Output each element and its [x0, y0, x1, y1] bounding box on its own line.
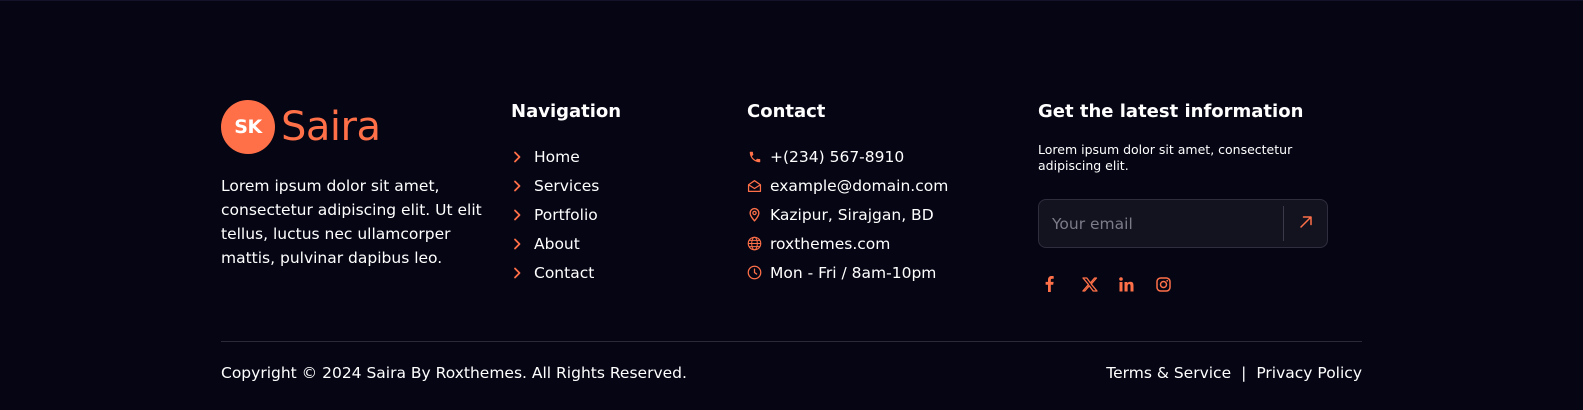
contact-item-phone[interactable]: +(234) 567-8910	[747, 142, 1017, 171]
brand-description: Lorem ipsum dolor sit amet, consectetur …	[221, 177, 482, 267]
navigation-title: Navigation	[511, 101, 622, 122]
phone-icon	[747, 149, 762, 164]
contact-title: Contact	[747, 101, 826, 122]
legal-separator: |	[1241, 364, 1247, 382]
footer-navigation: Navigation Home Services Portfolio About…	[511, 100, 711, 287]
nav-item-about[interactable]: About	[511, 229, 711, 258]
linkedin-link[interactable]	[1119, 273, 1156, 295]
mail-icon	[747, 178, 762, 193]
nav-item-contact[interactable]: Contact	[511, 258, 711, 287]
logo-name: Saira	[281, 104, 381, 150]
terms-link[interactable]: Terms & Service	[1106, 363, 1231, 383]
footer-divider	[221, 341, 1362, 342]
contact-phone[interactable]: +(234) 567-8910	[770, 148, 904, 166]
chevron-right-icon	[511, 180, 523, 192]
footer-brand: SK Saira Lorem ipsum dolor sit amet, con…	[221, 99, 491, 270]
contact-item-hours: Mon - Fri / 8am-10pm	[747, 258, 1017, 287]
navigation-list: Home Services Portfolio About Contact	[511, 142, 711, 287]
newsletter-text: Lorem ipsum dolor sit amet, consectetur …	[1038, 142, 1293, 173]
nav-item-services[interactable]: Services	[511, 171, 711, 200]
instagram-icon	[1156, 276, 1171, 292]
chevron-right-icon	[511, 151, 523, 163]
globe-icon	[747, 236, 762, 251]
nav-item-label[interactable]: About	[534, 235, 580, 253]
contact-list: +(234) 567-8910 example@domain.com Kazip…	[747, 142, 1017, 287]
contact-item-email[interactable]: example@domain.com	[747, 171, 1017, 200]
contact-item-address[interactable]: Kazipur, Sirajgan, BD	[747, 200, 1017, 229]
privacy-link[interactable]: Privacy Policy	[1256, 363, 1362, 383]
logo-badge: SK	[221, 100, 275, 154]
nav-item-label[interactable]: Services	[534, 177, 599, 195]
linkedin-icon	[1119, 276, 1134, 292]
x-twitter-icon	[1082, 276, 1098, 292]
nav-item-label[interactable]: Home	[534, 148, 580, 166]
footer-contact: Contact +(234) 567-8910 example@domain.c…	[747, 100, 1017, 287]
copyright-text: Copyright © 2024 Saira By Roxthemes. All…	[221, 364, 687, 382]
contact-address[interactable]: Kazipur, Sirajgan, BD	[770, 206, 934, 224]
footer-newsletter: Get the latest information Lorem ipsum d…	[1038, 100, 1338, 295]
subscribe-button[interactable]	[1284, 200, 1327, 247]
contact-email[interactable]: example@domain.com	[770, 177, 948, 195]
legal-links: Terms & Service | Privacy Policy	[1106, 363, 1362, 383]
top-border	[0, 0, 1583, 1]
social-links	[1045, 273, 1338, 295]
chevron-right-icon	[511, 267, 523, 279]
instagram-link[interactable]	[1156, 273, 1193, 295]
facebook-icon	[1045, 276, 1054, 292]
location-pin-icon	[747, 207, 762, 222]
nav-item-label[interactable]: Portfolio	[534, 206, 598, 224]
nav-item-home[interactable]: Home	[511, 142, 711, 171]
contact-item-website[interactable]: roxthemes.com	[747, 229, 1017, 258]
x-twitter-link[interactable]	[1082, 273, 1119, 295]
contact-hours: Mon - Fri / 8am-10pm	[770, 263, 937, 282]
logo[interactable]: SK Saira	[221, 99, 491, 155]
arrow-up-right-icon	[1299, 215, 1313, 232]
chevron-right-icon	[511, 238, 523, 250]
chevron-right-icon	[511, 209, 523, 221]
newsletter-title: Get the latest information	[1038, 101, 1304, 122]
contact-website[interactable]: roxthemes.com	[770, 235, 890, 253]
email-form	[1038, 199, 1328, 248]
facebook-link[interactable]	[1045, 273, 1082, 295]
clock-icon	[747, 265, 762, 280]
email-input[interactable]	[1039, 200, 1283, 247]
nav-item-label[interactable]: Contact	[534, 264, 594, 282]
nav-item-portfolio[interactable]: Portfolio	[511, 200, 711, 229]
